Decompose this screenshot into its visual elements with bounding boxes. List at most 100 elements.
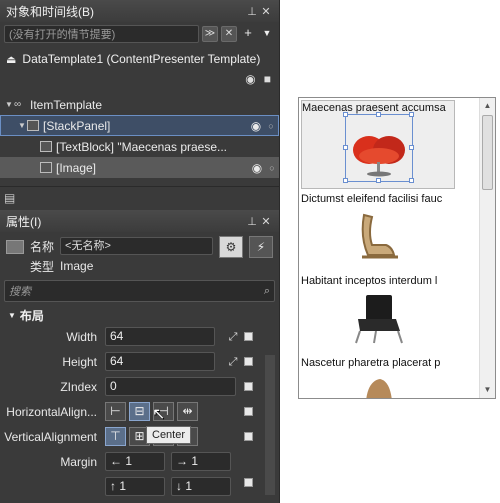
scrollbar-thumb[interactable]: [482, 115, 493, 190]
property-search-input[interactable]: 搜索 ⌕: [4, 280, 275, 302]
red-egg-chair-image[interactable]: [343, 112, 414, 183]
resize-handle[interactable]: [376, 178, 381, 183]
storyboard-placeholder: (没有打开的情节提要): [9, 29, 116, 41]
lock-dot-icon[interactable]: ○: [264, 121, 278, 131]
objects-panel-title: 对象和时间线(B): [6, 4, 94, 19]
properties-scrollbar[interactable]: [265, 355, 275, 495]
advanced-options-icon[interactable]: [244, 478, 253, 487]
black-leather-chair-image: [346, 289, 410, 349]
storyboard-selector[interactable]: (没有打开的情节提要): [4, 25, 199, 43]
template-icon: ∞: [14, 99, 22, 110]
list-item[interactable]: Dictumst eleifend facilisi fauc: [301, 192, 455, 267]
scroll-down-icon[interactable]: ▼: [480, 382, 495, 398]
tree-item-stackpanel[interactable]: ▼ [StackPanel] ◉ ○: [0, 115, 279, 136]
width-input[interactable]: 64: [105, 327, 215, 346]
tree-item-image[interactable]: [Image] ◉ ○: [0, 157, 279, 178]
resize-handle[interactable]: [409, 112, 414, 117]
lock-icon[interactable]: ■: [264, 72, 271, 90]
margin-top-icon: ↑: [110, 479, 116, 493]
margin-left-input[interactable]: ← 1: [105, 452, 165, 471]
eye-icon[interactable]: ◉: [248, 119, 264, 133]
category-layout[interactable]: ▼ 布局: [0, 306, 279, 324]
close-icon[interactable]: ✕: [259, 215, 273, 228]
objects-panel-header: 对象和时间线(B) ⊥ ✕: [0, 0, 279, 22]
tree-item-label: [Image]: [56, 160, 97, 175]
listbox-scrollbar[interactable]: ▲ ▼: [479, 98, 495, 398]
wooden-lounge-chair-image: [346, 207, 410, 267]
events-view-button[interactable]: ⚡: [249, 236, 273, 258]
margin-left-value: 1: [125, 454, 133, 468]
expand-arrow-icon[interactable]: ▼: [17, 121, 27, 130]
add-storyboard-icon[interactable]: +: [240, 26, 256, 42]
lock-dot-icon[interactable]: ○: [265, 163, 279, 173]
tree-item-itemtemplate[interactable]: ▼ ∞ ItemTemplate: [0, 94, 279, 115]
resize-handle[interactable]: [343, 112, 348, 117]
scroll-up-icon[interactable]: ▲: [480, 98, 495, 114]
auto-size-icon[interactable]: ⤢: [227, 356, 239, 368]
eye-icon[interactable]: ◉: [245, 72, 255, 90]
textblock-icon: [40, 141, 52, 152]
align-top-button[interactable]: ⊤: [105, 427, 126, 446]
list-item[interactable]: Habitant inceptos interdum l: [301, 274, 455, 349]
template-title: DataTemplate1 (ContentPresenter Template…: [22, 52, 261, 66]
close-storyboard-icon[interactable]: ✕: [221, 26, 237, 42]
list-item[interactable]: Maecenas praesent accumsa: [301, 100, 455, 189]
zindex-property: ZIndex 0: [0, 374, 279, 399]
eye-icon[interactable]: ◉: [249, 161, 265, 175]
tree-item-textblock[interactable]: [TextBlock] "Maecenas praese...: [0, 136, 279, 157]
valign-label: VerticalAlignment: [4, 429, 97, 444]
mouse-cursor-icon: ↖: [152, 406, 166, 423]
black-leather-chair-icon: [355, 295, 403, 344]
name-type-block: 名称 <无名称> 类型 Image: [30, 236, 213, 276]
dropdown-chevron-icon[interactable]: ▼: [259, 26, 275, 42]
advanced-options-icon[interactable]: [244, 332, 253, 341]
resize-handle[interactable]: [343, 145, 348, 150]
margin-right-value: 1: [191, 454, 199, 468]
advanced-options-icon[interactable]: [244, 432, 253, 441]
brown-chair-icon: [366, 379, 392, 398]
align-left-button[interactable]: ⊢: [105, 402, 126, 421]
tree-item-label: [TextBlock] "Maecenas praese...: [56, 139, 228, 154]
tree-footer: ▤: [0, 186, 279, 208]
align-stretch-button[interactable]: ⇹: [177, 402, 198, 421]
list-item[interactable]: Nascetur pharetra placerat p: [301, 356, 455, 398]
zindex-input[interactable]: 0: [105, 377, 236, 396]
layers-icon[interactable]: ▤: [4, 191, 15, 205]
margin-label: Margin: [60, 454, 97, 469]
valign-property: VerticalAlignment ⊤ ⊞ ⊥ ⇳: [0, 424, 279, 449]
storyboard-options-icon[interactable]: ≫: [202, 26, 218, 42]
expand-arrow-icon[interactable]: ▼: [4, 100, 14, 109]
scope-up-icon[interactable]: ⏏: [6, 53, 16, 66]
tree-item-label: ItemTemplate: [30, 97, 103, 112]
margin-right-icon: →: [176, 454, 188, 468]
margin-right-input[interactable]: → 1: [171, 452, 231, 471]
wooden-lounge-chair-icon: [361, 213, 398, 259]
height-input[interactable]: 64: [105, 352, 215, 371]
auto-size-icon[interactable]: ⤢: [227, 331, 239, 343]
width-property: Width 64 ⤢: [0, 324, 279, 349]
advanced-options-icon[interactable]: [244, 407, 253, 416]
type-value: Image: [60, 259, 94, 273]
template-scope-row[interactable]: ⏏ DataTemplate1 (ContentPresenter Templa…: [0, 46, 279, 72]
search-icon: ⌕: [263, 284, 270, 297]
advanced-options-icon[interactable]: [244, 382, 253, 391]
name-input[interactable]: <无名称>: [60, 237, 213, 255]
resize-handle[interactable]: [409, 145, 414, 150]
resize-handle[interactable]: [343, 178, 348, 183]
list-item-text: Dictumst eleifend facilisi fauc: [301, 193, 443, 205]
advanced-options-icon[interactable]: [244, 357, 253, 366]
margin-property-row1: Margin ← 1 → 1: [0, 449, 279, 474]
property-search-placeholder: 搜索: [9, 286, 31, 298]
align-center-button[interactable]: ⊟: [129, 402, 150, 421]
halign-label: HorizontalAlign...: [6, 404, 97, 419]
resize-handle[interactable]: [409, 178, 414, 183]
resize-handle[interactable]: [376, 112, 381, 117]
expand-arrow-icon[interactable]: ▼: [8, 311, 16, 320]
pin-icon[interactable]: ⊥: [245, 215, 259, 228]
properties-view-button[interactable]: ⚙: [219, 236, 243, 258]
pin-icon[interactable]: ⊥: [245, 5, 259, 18]
close-icon[interactable]: ✕: [259, 5, 273, 18]
margin-bottom-input[interactable]: ↓ 1: [171, 477, 231, 496]
margin-top-input[interactable]: ↑ 1: [105, 477, 165, 496]
height-label: Height: [62, 354, 97, 369]
